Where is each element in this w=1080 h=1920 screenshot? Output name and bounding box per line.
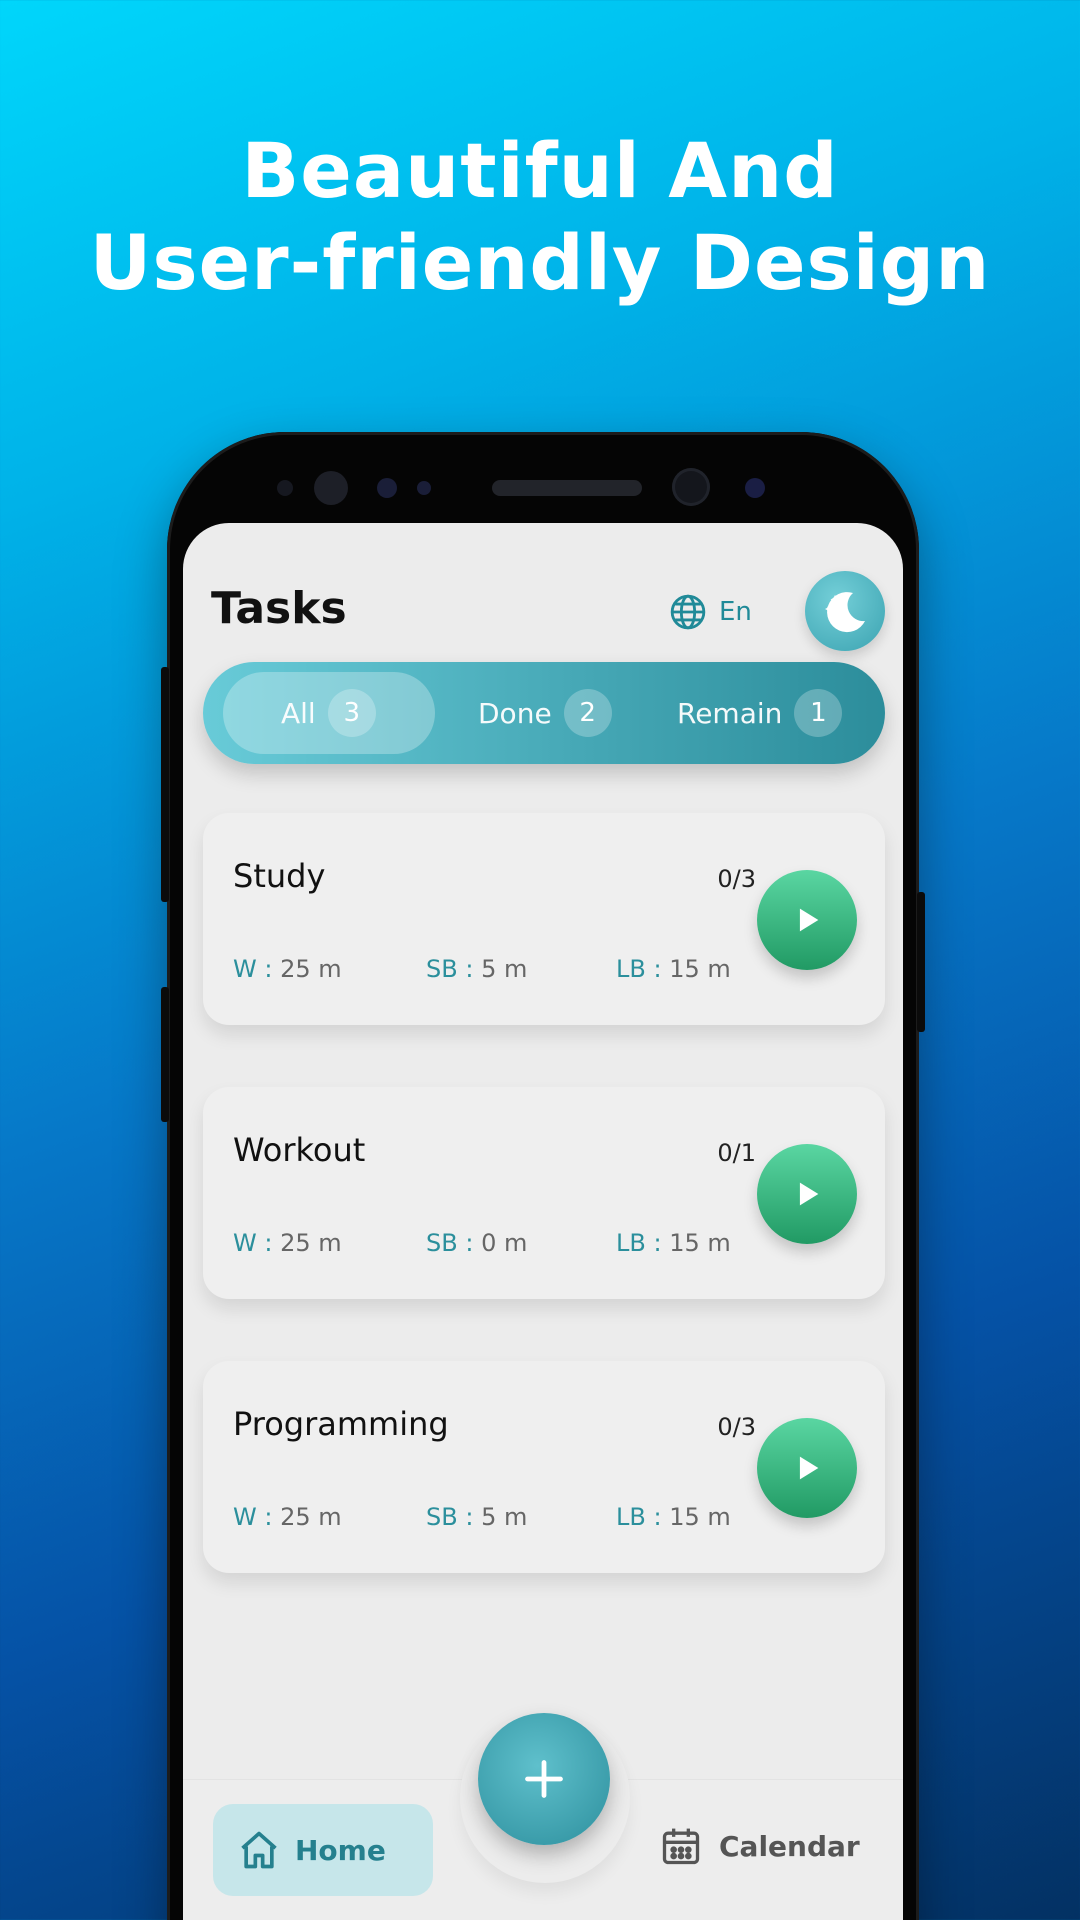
work-duration: W : 25 m (233, 1503, 342, 1531)
play-button[interactable] (757, 1144, 857, 1244)
play-button[interactable] (757, 870, 857, 970)
filter-tabs: All 3 Done 2 Remain 1 (203, 662, 885, 764)
power-button (917, 892, 925, 1032)
proximity-sensor (745, 478, 765, 498)
tab-remain-count: 1 (794, 689, 843, 737)
play-icon (799, 908, 819, 932)
tab-remain-label: Remain (677, 696, 783, 730)
globe-icon (670, 594, 706, 630)
earpiece-speaker (492, 480, 642, 496)
long-break-duration: LB : 15 m (616, 955, 731, 983)
app-screen: Tasks En All 3 Done 2 Remain 1 Study 0/3… (183, 523, 903, 1920)
short-break-duration: SB : 5 m (426, 955, 528, 983)
tab-done[interactable]: Done 2 (478, 662, 612, 764)
work-duration: W : 25 m (233, 955, 342, 983)
sensor-small-2 (417, 481, 431, 495)
nav-calendar-label: Calendar (719, 1829, 860, 1863)
front-camera (672, 468, 710, 506)
long-break-duration: LB : 15 m (616, 1229, 731, 1257)
tab-all-count: 3 (327, 689, 376, 737)
task-progress: 0/1 (717, 1139, 756, 1167)
promo-headline: Beautiful And User-friendly Design (0, 125, 1080, 309)
sensor-iris (314, 471, 348, 505)
bixby-button (161, 987, 169, 1122)
calendar-icon (662, 1828, 700, 1865)
plus-icon (525, 1760, 563, 1798)
task-name: Workout (233, 1131, 366, 1169)
volume-button (161, 667, 169, 902)
nav-home-label: Home (295, 1833, 386, 1867)
sensor-dot (277, 480, 293, 496)
long-break-duration: LB : 15 m (616, 1503, 731, 1531)
task-progress: 0/3 (717, 1413, 756, 1441)
page-title: Tasks (211, 583, 347, 634)
tab-all-label: All (281, 696, 316, 730)
tab-all[interactable]: All 3 (281, 662, 376, 764)
play-button[interactable] (757, 1418, 857, 1518)
headline-line-1: Beautiful And (241, 126, 839, 215)
task-name: Study (233, 857, 326, 895)
home-icon (241, 1831, 277, 1869)
headline-line-2: User-friendly Design (89, 218, 991, 307)
short-break-duration: SB : 5 m (426, 1503, 528, 1531)
language-selector[interactable]: En (669, 593, 752, 631)
task-card-workout[interactable]: Workout 0/1 W : 25 m SB : 0 m LB : 15 m (203, 1087, 885, 1299)
sensor-small (377, 478, 397, 498)
tab-done-count: 2 (563, 689, 612, 737)
moon-icon (825, 592, 865, 633)
task-progress: 0/3 (717, 865, 756, 893)
tab-remain[interactable]: Remain 1 (677, 662, 843, 764)
tab-done-label: Done (478, 696, 552, 730)
work-duration: W : 25 m (233, 1229, 342, 1257)
add-task-button[interactable] (478, 1713, 610, 1845)
language-label: En (719, 597, 752, 627)
task-card-study[interactable]: Study 0/3 W : 25 m SB : 5 m LB : 15 m (203, 813, 885, 1025)
short-break-duration: SB : 0 m (426, 1229, 528, 1257)
task-card-programming[interactable]: Programming 0/3 W : 25 m SB : 5 m LB : 1… (203, 1361, 885, 1573)
play-icon (799, 1182, 819, 1206)
phone-frame: Tasks En All 3 Done 2 Remain 1 Study 0/3… (161, 432, 925, 1920)
nav-home[interactable]: Home (213, 1804, 433, 1896)
play-icon (799, 1456, 819, 1480)
task-name: Programming (233, 1405, 449, 1443)
nav-calendar[interactable]: Calendar (659, 1823, 860, 1869)
dark-mode-toggle[interactable] (805, 571, 885, 651)
